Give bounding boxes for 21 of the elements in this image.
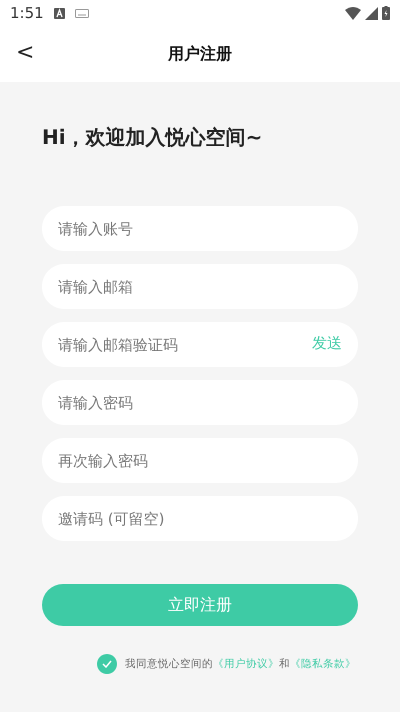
greeting-heading: Hi，欢迎加入悦心空间~ xyxy=(42,124,264,151)
check-icon xyxy=(102,660,112,668)
agreement-text: 我同意悦心空间的《用户协议》和《隐私条款》 xyxy=(125,657,356,671)
send-code-button[interactable]: 发送 xyxy=(312,334,342,353)
page-title: 用户注册 xyxy=(168,44,232,64)
notification-icon xyxy=(54,8,65,18)
wifi-icon xyxy=(345,6,361,20)
input-field[interactable]: 再次输入密码 xyxy=(42,438,358,483)
signal-icon xyxy=(365,6,378,20)
input-field[interactable]: 请输入账号 xyxy=(42,206,358,251)
input-field[interactable]: 请输入密码 xyxy=(42,380,358,425)
input-field[interactable]: 请输入邮箱 xyxy=(42,264,358,309)
agree-checkbox[interactable] xyxy=(97,654,117,674)
privacy-policy-link[interactable]: 《隐私条款》 xyxy=(290,658,356,670)
status-time: 1:51 xyxy=(10,4,44,22)
keyboard-icon xyxy=(74,8,89,18)
user-agreement-link[interactable]: 《用户协议》 xyxy=(213,658,279,670)
back-button[interactable]: < xyxy=(10,38,40,67)
battery-icon xyxy=(382,6,390,20)
input-field[interactable]: 邀请码 (可留空) xyxy=(42,496,358,541)
register-button[interactable]: 立即注册 xyxy=(42,584,358,626)
